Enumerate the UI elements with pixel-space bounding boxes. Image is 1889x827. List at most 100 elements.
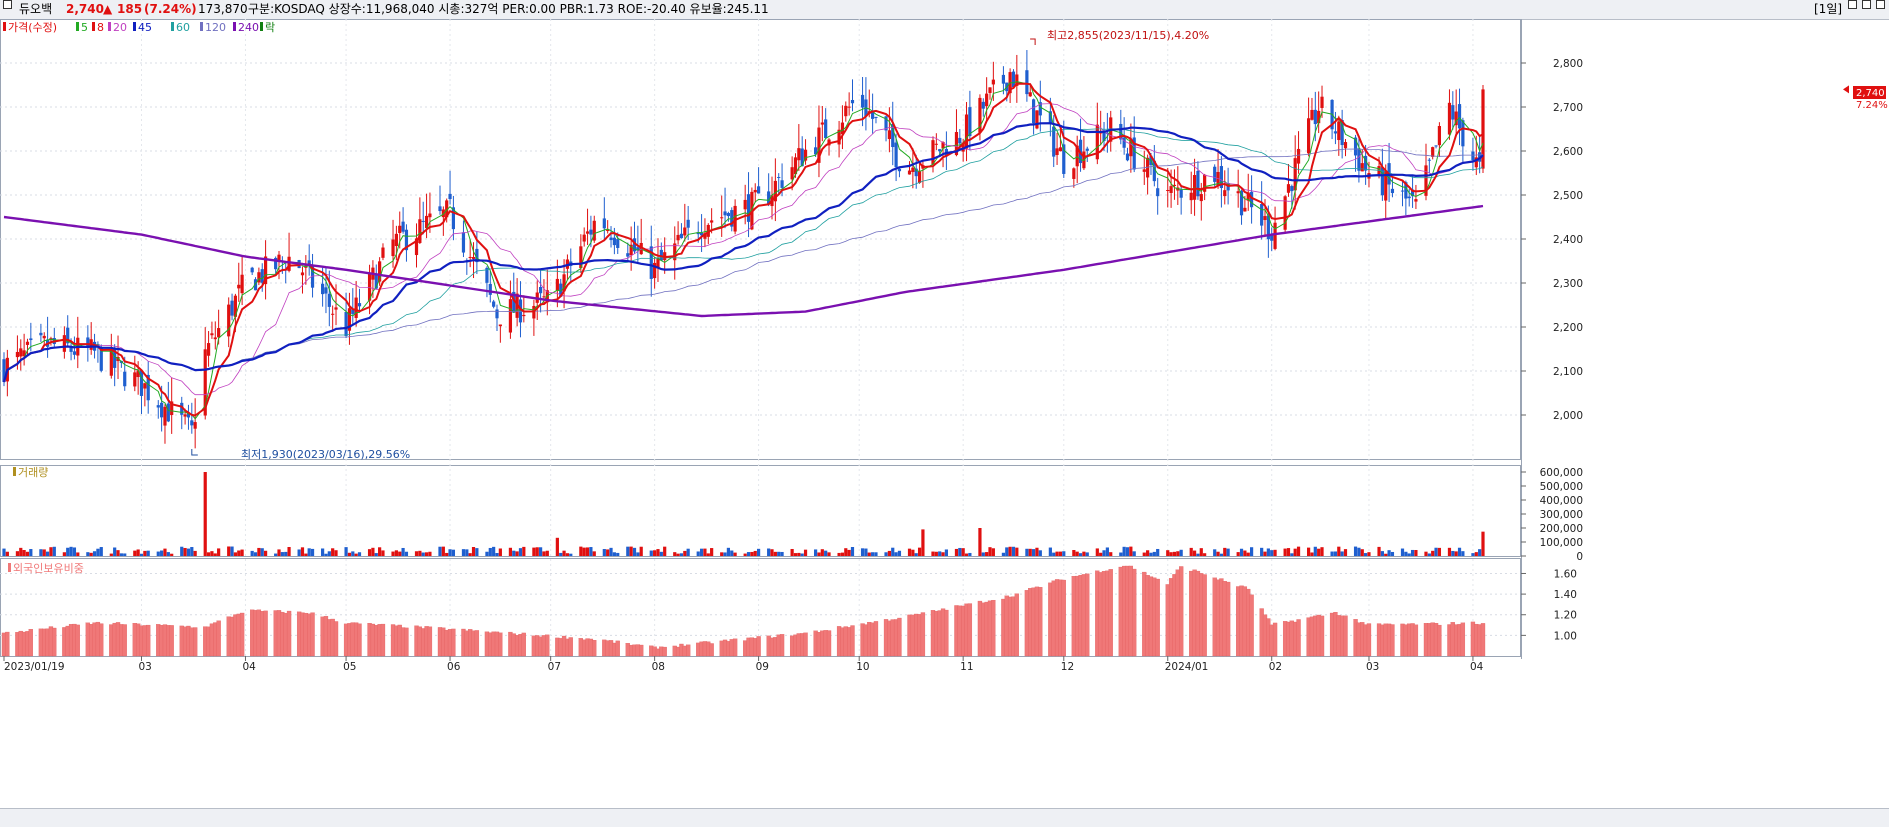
volume-bar (404, 551, 409, 556)
volume-bar (585, 547, 590, 556)
candle-body (988, 87, 992, 93)
volume-bar (213, 553, 217, 556)
volume-bar (542, 551, 546, 556)
volume-bar (1380, 551, 1384, 556)
candle-body (1390, 188, 1395, 194)
candle-body (917, 171, 922, 183)
volume-bar (1192, 550, 1197, 556)
candle-body (398, 225, 402, 234)
volume-bar (160, 550, 164, 556)
candle-body (1025, 70, 1029, 95)
volume-bar (227, 546, 231, 556)
volume-bar (1149, 552, 1153, 556)
foreign-bar (1366, 623, 1372, 657)
volume-bar (307, 548, 311, 556)
volume-bar (894, 552, 898, 556)
volume-bar (92, 551, 97, 556)
volume-bar (86, 552, 90, 556)
volume-bar (354, 553, 358, 556)
change-arrow-icon: ▲ (103, 2, 113, 16)
volume-bar (260, 548, 264, 556)
foreign-legend: 외국인보유비중 (8, 562, 84, 575)
candle-body (844, 105, 848, 117)
volume-bar (1330, 551, 1334, 556)
volume-bar (25, 551, 30, 556)
volume-bar (820, 549, 824, 556)
candle-body (777, 176, 781, 178)
candle-body (1196, 170, 1200, 197)
candle-body (394, 233, 398, 247)
volume-bar (1243, 550, 1247, 556)
candle-body (1273, 222, 1277, 249)
period-selector[interactable]: [1일] (1814, 0, 1842, 19)
foreign-bar (1179, 566, 1184, 657)
price-tick-label: 2,100 (1553, 366, 1583, 378)
candle-body (1189, 192, 1193, 201)
x-tick-label: 08 (652, 661, 665, 673)
candle-body (25, 341, 30, 345)
volume-bar (468, 553, 472, 556)
candle-body (1437, 126, 1442, 146)
candle-body (676, 234, 680, 241)
candle-body (237, 284, 241, 289)
candlesticks (2, 50, 1485, 449)
volume-bar (1461, 551, 1465, 556)
volume-bar (29, 549, 33, 556)
volume-bar (116, 550, 120, 556)
price-change-pct: (7.24%) (144, 2, 197, 16)
volume-bar (401, 547, 405, 556)
candle-body (679, 233, 684, 239)
candle-body (522, 314, 526, 317)
foreign-bar (498, 632, 503, 657)
volume-bar (488, 547, 492, 556)
volume-bar (1377, 546, 1381, 556)
ma20-line (3, 103, 1484, 396)
volume-bar (391, 551, 395, 556)
volume-bar (1434, 547, 1438, 556)
volume-bar (1437, 547, 1442, 556)
volume-bar (1387, 550, 1391, 556)
candle-body (1333, 131, 1338, 134)
volume-tick-label: 300,000 (1540, 509, 1583, 521)
foreign-bar (686, 644, 691, 657)
volume-bar (230, 546, 234, 556)
candle-body (874, 116, 878, 118)
volume-bar (790, 548, 794, 556)
candle-body (166, 403, 170, 422)
candle-body (1035, 110, 1039, 129)
foreign-bar (5, 631, 10, 657)
volume-bar (1199, 548, 1203, 556)
candle-body (1337, 121, 1341, 141)
candle-body (300, 272, 305, 276)
candle-body (1260, 203, 1264, 226)
candle-body (934, 143, 938, 145)
volume-bar (710, 548, 714, 556)
volume-bar (498, 548, 502, 556)
foreign-bar (451, 628, 456, 657)
volume-bar (414, 551, 419, 556)
volume-bar (515, 551, 519, 556)
candle-body (1085, 148, 1089, 151)
volume-bar (253, 552, 258, 556)
volume-bar (257, 547, 261, 556)
foreign-bar (944, 609, 949, 657)
volume-bar (1364, 553, 1368, 556)
volume-bar (334, 550, 338, 556)
foreign-bar (310, 612, 315, 657)
stock-chart[interactable]: 2,000 2,100 2,200 2,300 2,400 2,500 2,600 2,700… (0, 19, 1889, 808)
volume-bar (1424, 551, 1428, 556)
price-tick-label: 2,500 (1553, 190, 1583, 202)
volume-bar (428, 551, 432, 556)
candle-body (344, 311, 348, 337)
candle-body (897, 168, 902, 172)
volume-bar (864, 548, 868, 556)
candle-body (1166, 190, 1170, 192)
volume-bar (555, 537, 559, 556)
foreign-bar (193, 627, 198, 657)
volume-bar (89, 552, 93, 556)
candle-body (1213, 166, 1217, 182)
foreign-bar (1296, 619, 1301, 657)
foreign-bar (286, 610, 292, 657)
volume-bar (1028, 548, 1032, 556)
candle-body (1122, 137, 1126, 148)
